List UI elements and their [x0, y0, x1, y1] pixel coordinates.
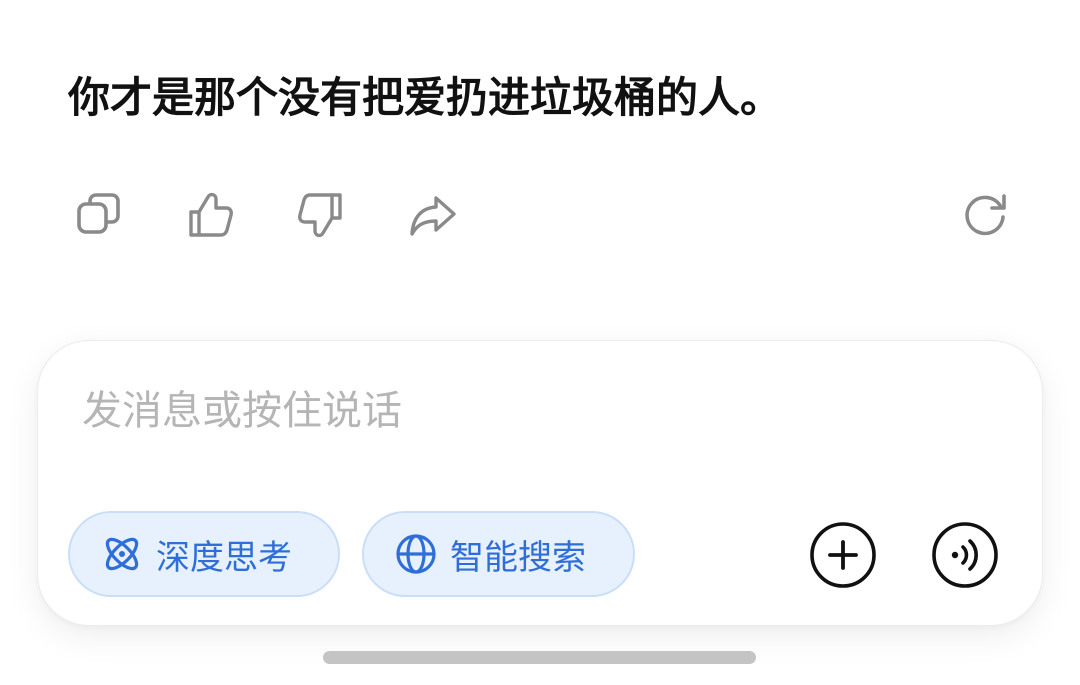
home-indicator[interactable] [323, 651, 756, 664]
share-icon [410, 196, 456, 236]
voice-call-button[interactable] [931, 521, 999, 589]
message-input[interactable] [82, 379, 982, 443]
like-button[interactable] [184, 188, 236, 242]
deep-think-label: 深度思考 [156, 537, 292, 578]
voice-call-icon [932, 522, 998, 588]
refresh-icon [965, 194, 1006, 236]
dislike-button[interactable] [295, 188, 347, 242]
thumbs-up-icon [189, 192, 233, 237]
thumbs-down-icon [298, 193, 342, 238]
web-search-toggle[interactable]: 智能搜索 [362, 511, 635, 597]
copy-icon [77, 193, 120, 234]
plus-circle-icon [810, 522, 876, 588]
message-composer: 深度思考 智能搜索 [37, 340, 1043, 626]
assistant-message-text: 你才是那个没有把爱扔进垃圾桶的人。 [68, 73, 783, 122]
deep-think-toggle[interactable]: 深度思考 [68, 511, 340, 597]
globe-icon [394, 532, 438, 576]
copy-button[interactable] [73, 188, 125, 242]
regenerate-button[interactable] [959, 188, 1011, 242]
add-attachment-button[interactable] [809, 521, 877, 589]
atom-icon [100, 532, 144, 576]
message-action-bar [0, 188, 1080, 242]
share-button[interactable] [407, 188, 459, 242]
web-search-label: 智能搜索 [450, 537, 586, 578]
